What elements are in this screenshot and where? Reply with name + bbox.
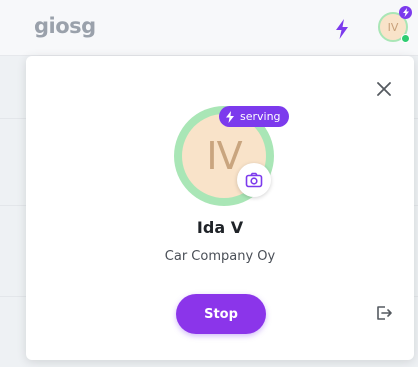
company-name: Car Company Oy: [164, 249, 276, 264]
serving-badge-label: serving: [240, 110, 281, 123]
serving-status-badge: [399, 6, 412, 19]
bolt-icon: [402, 8, 409, 17]
serving-badge: serving: [219, 106, 289, 127]
user-name: Ida V: [196, 218, 244, 237]
top-bar: giosg IV: [0, 0, 418, 56]
profile-avatar-initials: IV: [206, 134, 242, 178]
bolt-icon: [226, 110, 234, 123]
avatar-initials: IV: [387, 20, 399, 34]
logout-icon[interactable]: [374, 303, 394, 323]
giosg-logo: giosg: [34, 14, 96, 38]
change-photo-button[interactable]: [237, 163, 271, 197]
stop-button[interactable]: Stop: [176, 294, 266, 334]
profile-panel: IV serving Ida V Car Company Oy Stop: [26, 56, 414, 360]
bolt-icon[interactable]: [333, 18, 351, 40]
close-icon[interactable]: [375, 80, 393, 98]
online-status-dot: [401, 34, 410, 43]
camera-icon: [245, 172, 263, 188]
